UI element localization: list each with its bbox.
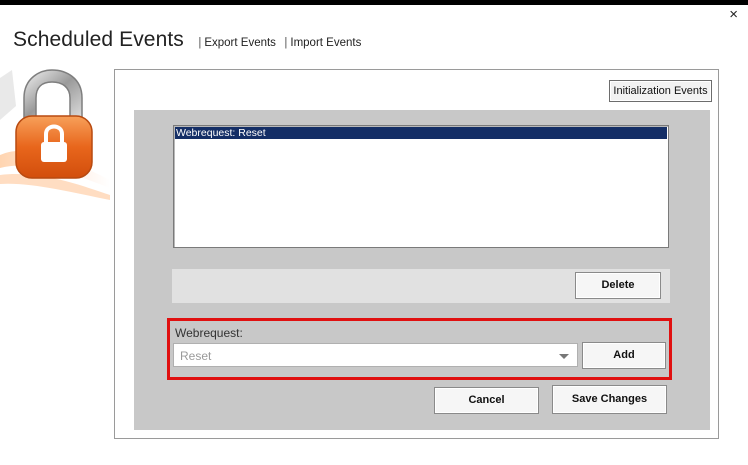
import-events-label: Import Events bbox=[290, 37, 362, 49]
initialization-events-button[interactable]: Initialization Events bbox=[609, 80, 712, 102]
page-title: Scheduled Events bbox=[13, 28, 184, 51]
chevron-down-icon[interactable] bbox=[559, 354, 569, 359]
webrequest-section: Webrequest: Reset Add bbox=[167, 318, 672, 380]
window-top-border bbox=[0, 0, 748, 5]
cancel-button[interactable]: Cancel bbox=[434, 387, 539, 414]
link-separator: | bbox=[284, 37, 288, 49]
delete-toolbar: Delete bbox=[172, 269, 670, 303]
export-events-label: Export Events bbox=[204, 37, 276, 49]
padlock-icon bbox=[0, 60, 110, 210]
export-events-link[interactable]: | Export Events bbox=[198, 37, 276, 49]
page-header: Scheduled Events | Export Events | Import … bbox=[13, 28, 361, 52]
save-changes-button[interactable]: Save Changes bbox=[552, 385, 667, 414]
delete-button[interactable]: Delete bbox=[575, 272, 661, 299]
events-listbox[interactable]: Webrequest: Reset bbox=[173, 125, 669, 248]
webrequest-selected-value: Reset bbox=[180, 349, 212, 363]
list-item[interactable]: Webrequest: Reset bbox=[175, 127, 667, 139]
events-panel: Webrequest: Reset Delete Webrequest: Res… bbox=[134, 110, 710, 430]
import-events-link[interactable]: | Import Events bbox=[284, 37, 361, 49]
link-separator: | bbox=[198, 37, 202, 49]
events-dialog: Initialization Events Webrequest: Reset … bbox=[114, 69, 719, 439]
add-button[interactable]: Add bbox=[582, 342, 666, 369]
webrequest-dropdown[interactable]: Reset bbox=[173, 343, 578, 367]
webrequest-label: Webrequest: bbox=[175, 326, 243, 340]
close-icon[interactable]: × bbox=[729, 7, 738, 22]
